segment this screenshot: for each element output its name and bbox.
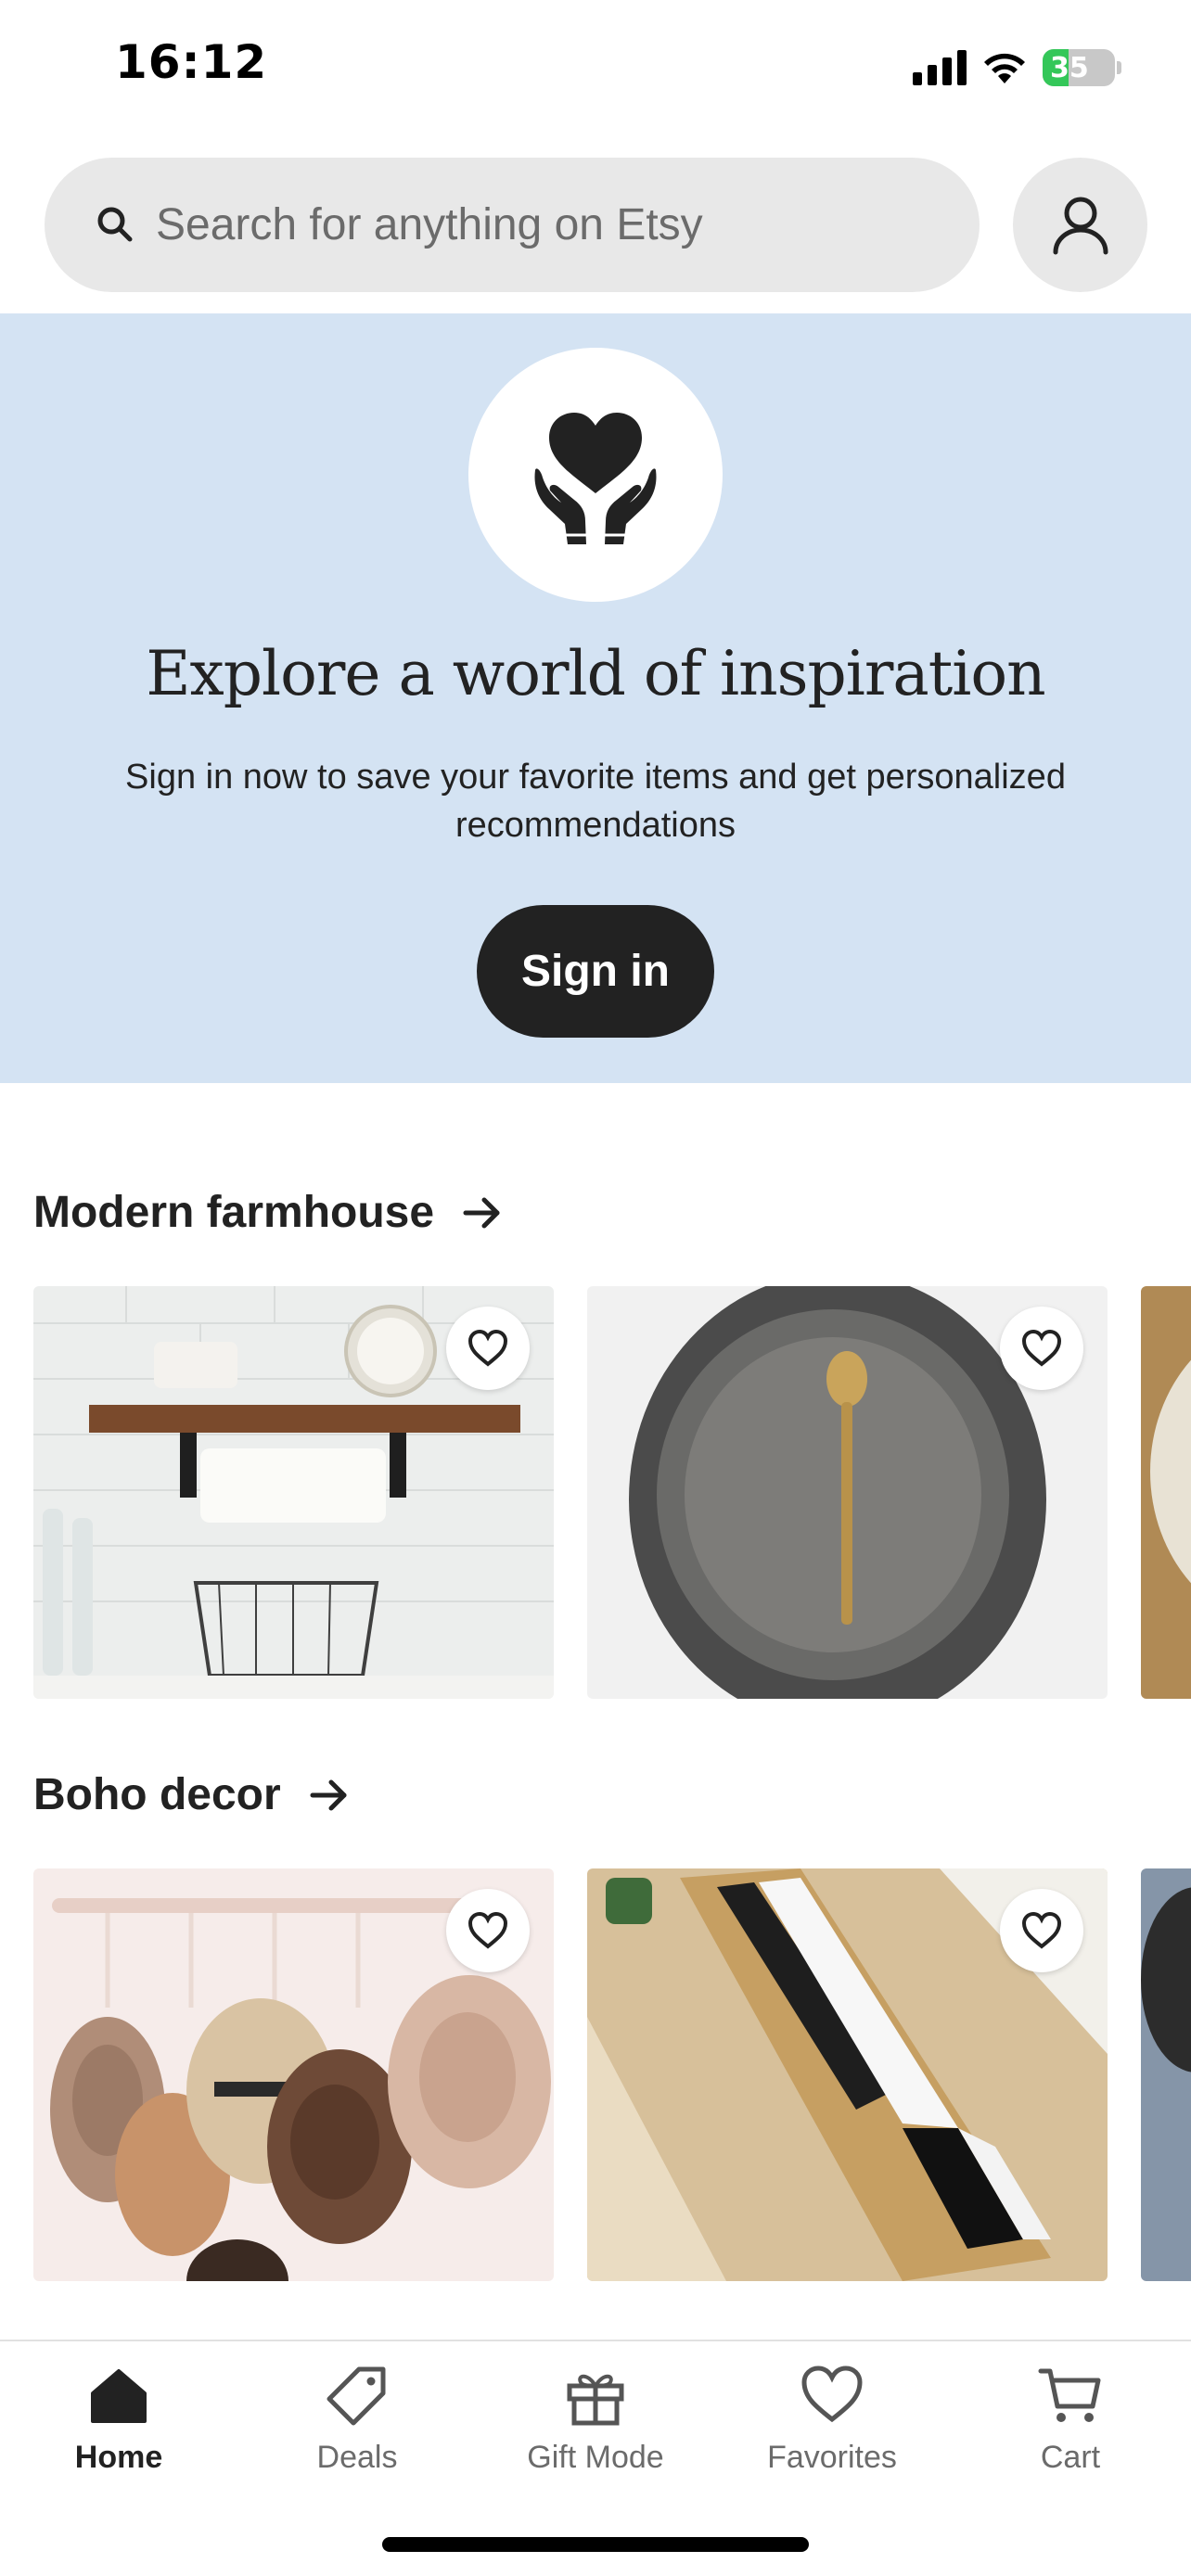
section-heading-boho-decor[interactable]: Boho decor <box>33 1769 350 1820</box>
nav-item-home[interactable]: Home <box>17 2362 221 2476</box>
favorite-button[interactable] <box>446 1307 530 1390</box>
nav-label: Home <box>74 2440 163 2475</box>
section-heading-modern-farmhouse[interactable]: Modern farmhouse <box>33 1187 503 1238</box>
nav-item-gift-mode[interactable]: Gift Mode <box>493 2362 698 2476</box>
heart-outline-icon <box>1021 1329 1062 1367</box>
listing-card[interactable] <box>1141 1868 1191 2281</box>
heart-outline-icon <box>1021 1911 1062 1949</box>
listing-image <box>1141 1868 1191 2281</box>
nav-label: Gift Mode <box>527 2440 664 2475</box>
listing-image <box>1141 1286 1191 1699</box>
heart-icon <box>801 2366 863 2423</box>
status-bar: 16:12 35 <box>0 0 1191 139</box>
cellular-signal-icon <box>913 50 967 85</box>
hero-title: Explore a world of inspiration <box>146 638 1045 709</box>
home-icon <box>91 2369 147 2423</box>
listing-card[interactable] <box>587 1868 1108 2281</box>
sign-in-banner: Explore a world of inspiration Sign in n… <box>0 313 1191 1083</box>
arrow-right-icon <box>310 1779 347 1810</box>
nav-item-deals[interactable]: Deals <box>255 2362 459 2476</box>
hero-subtitle: Sign in now to save your favorite items … <box>125 758 1066 845</box>
battery-charging-icon: 35 <box>1043 49 1121 86</box>
home-indicator[interactable] <box>382 2537 809 2552</box>
hero-emblem <box>468 348 723 602</box>
cart-icon <box>1038 2368 1101 2422</box>
wifi-icon <box>984 53 1025 83</box>
nav-label: Deals <box>316 2440 398 2475</box>
listing-card[interactable] <box>587 1286 1108 1699</box>
section-title: Modern farmhouse <box>33 1188 435 1237</box>
listing-card[interactable] <box>33 1868 554 2281</box>
heart-outline-icon <box>467 1329 508 1367</box>
favorite-button[interactable] <box>1000 1889 1083 1972</box>
nav-label: Favorites <box>767 2440 897 2475</box>
account-button[interactable] <box>1013 158 1147 292</box>
search-icon <box>97 207 133 242</box>
nav-item-cart[interactable]: Cart <box>968 2362 1172 2476</box>
listing-carousel-modern-farmhouse[interactable] <box>0 1286 1191 1699</box>
favorite-button[interactable] <box>1000 1307 1083 1390</box>
nav-label: Cart <box>1040 2440 1101 2475</box>
search-input[interactable] <box>156 191 954 258</box>
listing-card[interactable] <box>1141 1286 1191 1699</box>
search-bar[interactable] <box>45 158 980 292</box>
sign-in-button[interactable]: Sign in <box>477 905 714 1038</box>
heart-outline-icon <box>467 1911 508 1949</box>
gift-icon <box>567 2374 624 2426</box>
arrow-right-icon <box>463 1197 500 1228</box>
nav-item-favorites[interactable]: Favorites <box>730 2362 934 2476</box>
favorite-button[interactable] <box>446 1889 530 1972</box>
tag-icon <box>327 2366 386 2426</box>
listing-carousel-boho-decor[interactable] <box>0 1868 1191 2281</box>
status-icons: 35 <box>913 46 1121 89</box>
battery-level: 35 <box>1050 52 1089 84</box>
listing-card[interactable] <box>33 1286 554 1699</box>
section-title: Boho decor <box>33 1770 281 1819</box>
user-icon <box>1053 197 1108 254</box>
heart-hands-icon <box>534 413 657 544</box>
status-time: 16:12 <box>115 35 268 89</box>
